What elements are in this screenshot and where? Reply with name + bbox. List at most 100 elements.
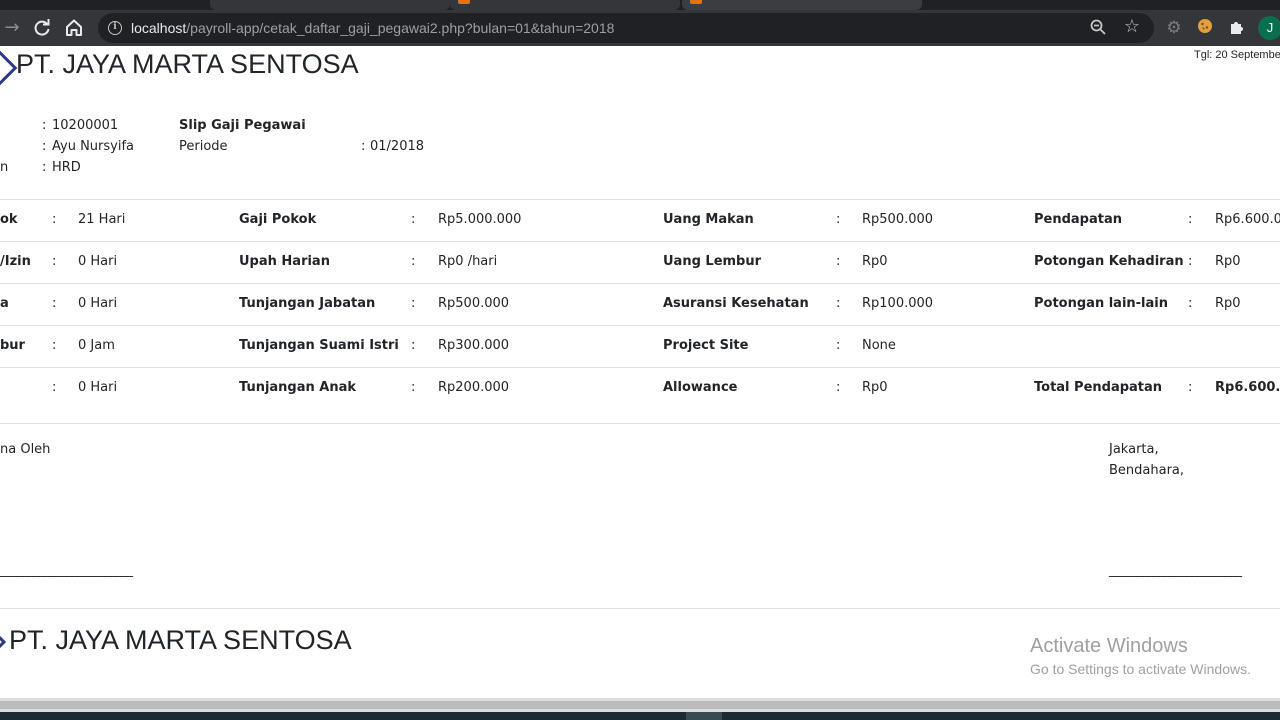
colon: :	[1188, 380, 1193, 395]
colon: :	[361, 139, 366, 154]
colon: :	[411, 212, 416, 227]
extensions-puzzle-icon[interactable]	[1227, 18, 1247, 38]
horizontal-scrollbar[interactable]	[0, 698, 1280, 712]
attendance-value: 21 Hari	[78, 212, 126, 227]
colon: :	[42, 160, 47, 175]
salary-item-value: Rp5.000.000	[438, 212, 522, 227]
colon: :	[42, 118, 47, 133]
allowance-value: Rp0	[862, 254, 888, 269]
allowance-label: Asuransi Kesehatan	[663, 296, 809, 311]
browser-toolbar: → i localhost/payroll-app/cetak_daftar_g…	[0, 10, 1280, 46]
colon: :	[1188, 212, 1193, 227]
allowance-label: Uang Makan	[663, 212, 754, 227]
url-text[interactable]: localhost/payroll-app/cetak_daftar_gaji_…	[131, 20, 614, 36]
colon: :	[411, 380, 416, 395]
colon: :	[1188, 254, 1193, 269]
colon: :	[52, 338, 57, 353]
colon: :	[836, 212, 841, 227]
salary-item-label: Tunjangan Suami Istri	[239, 338, 399, 353]
print-date: Tgl: 20 September	[1194, 49, 1280, 61]
city-label: Jakarta,	[1109, 442, 1159, 457]
company-name: PT. JAYA MARTA SENTOSA	[9, 625, 352, 655]
employee-department: HRD	[52, 160, 81, 175]
extension-gear-icon[interactable]: ⚙	[1164, 18, 1184, 38]
employee-nip: 10200001	[52, 118, 119, 133]
summary-label: Potongan lain-lain	[1034, 296, 1168, 311]
zoom-icon[interactable]	[1088, 18, 1108, 38]
profile-avatar[interactable]: J	[1258, 16, 1280, 40]
colon: :	[52, 296, 57, 311]
scrollbar-thumb[interactable]	[0, 701, 1280, 709]
forward-icon[interactable]: →	[0, 16, 24, 40]
salary-item-value: Rp0 /hari	[438, 254, 498, 269]
company-logo-icon	[0, 627, 7, 657]
salary-item-value: Rp200.000	[438, 380, 510, 395]
site-info-icon[interactable]: i	[108, 21, 122, 35]
summary-label: Potongan Kehadiran	[1034, 254, 1184, 269]
attendance-value: 0 Hari	[78, 380, 118, 395]
colon: :	[52, 254, 57, 269]
allowance-label: Allowance	[663, 380, 738, 395]
colon: :	[836, 380, 841, 395]
home-icon[interactable]	[62, 16, 86, 40]
colon: :	[836, 296, 841, 311]
browser-tab[interactable]	[210, 0, 450, 10]
attendance-value: 0 Hari	[78, 296, 118, 311]
summary-value: Rp0	[1215, 254, 1241, 269]
slip-separator	[0, 608, 1280, 609]
company-name: PT. JAYA MARTA SENTOSA	[16, 49, 359, 79]
total-income-value: Rp6.600.0	[1215, 380, 1280, 395]
tab-favicon-icon	[458, 0, 470, 4]
total-income-label: Total Pendapatan	[1034, 380, 1163, 395]
table-row: bur : 0 Jam Tunjangan Suami Istri : Rp30…	[0, 325, 1280, 367]
colon: :	[411, 254, 416, 269]
salary-item-value: Rp300.000	[438, 338, 510, 353]
signature-line-receiver: ________________________	[0, 563, 133, 578]
browser-tab-active[interactable]	[682, 0, 922, 10]
colon: :	[411, 296, 416, 311]
cookie-extension-icon[interactable]	[1195, 18, 1215, 38]
allowance-value: Rp100.000	[862, 296, 934, 311]
allowance-label: Uang Lembur	[663, 254, 762, 269]
colon: :	[1188, 296, 1193, 311]
table-row: ok : 21 Hari Gaji Pokok : Rp5.000.000 Ua…	[0, 199, 1280, 241]
attendance-label: ok	[0, 212, 18, 227]
allowance-value: Rp0	[862, 380, 888, 395]
windows-taskbar	[0, 712, 1280, 720]
table-row: : 0 Hari Tunjangan Anak : Rp200.000 Allo…	[0, 367, 1280, 409]
reload-icon[interactable]	[30, 16, 54, 40]
colon: :	[42, 139, 47, 154]
attendance-value: 0 Jam	[78, 338, 115, 353]
summary-value: Rp0	[1215, 296, 1241, 311]
taskbar-active-app[interactable]	[686, 712, 722, 720]
allowance-value: Rp500.000	[862, 212, 934, 227]
colon: :	[52, 212, 57, 227]
colon: :	[836, 254, 841, 269]
salary-item-label: Tunjangan Jabatan	[239, 296, 376, 311]
received-by-label: na Oleh	[0, 442, 51, 457]
address-bar[interactable]: i localhost/payroll-app/cetak_daftar_gaj…	[98, 13, 1154, 43]
salary-item-label: Gaji Pokok	[239, 212, 317, 227]
windows-activation-hint: Go to Settings to activate Windows.	[1030, 661, 1251, 677]
allowance-label: Project Site	[663, 338, 749, 353]
department-label: n	[0, 160, 9, 175]
table-row: /Izin : 0 Hari Upah Harian : Rp0 /hari U…	[0, 241, 1280, 283]
attendance-label: /Izin	[0, 254, 31, 269]
salary-item-label: Tunjangan Anak	[239, 380, 357, 395]
colon: :	[411, 338, 416, 353]
tab-favicon-icon	[690, 0, 702, 4]
treasurer-label: Bendahara,	[1109, 463, 1185, 478]
period-label: Periode	[179, 139, 228, 154]
signature-line-treasurer: ________________________	[1109, 563, 1242, 578]
attendance-label: bur	[0, 338, 25, 353]
bookmark-star-icon[interactable]: ☆	[1122, 17, 1142, 37]
salary-item-value: Rp500.000	[438, 296, 510, 311]
slip-page: PT. JAYA MARTA SENTOSA Tgl: 20 September…	[0, 46, 1280, 698]
attendance-value: 0 Hari	[78, 254, 118, 269]
table-row: a : 0 Hari Tunjangan Jabatan : Rp500.000…	[0, 283, 1280, 325]
table-bottom-divider	[0, 423, 1280, 424]
allowance-value: None	[862, 338, 896, 353]
browser-tab[interactable]	[450, 0, 680, 10]
windows-activation-title: Activate Windows	[1030, 635, 1188, 657]
colon: :	[52, 380, 57, 395]
